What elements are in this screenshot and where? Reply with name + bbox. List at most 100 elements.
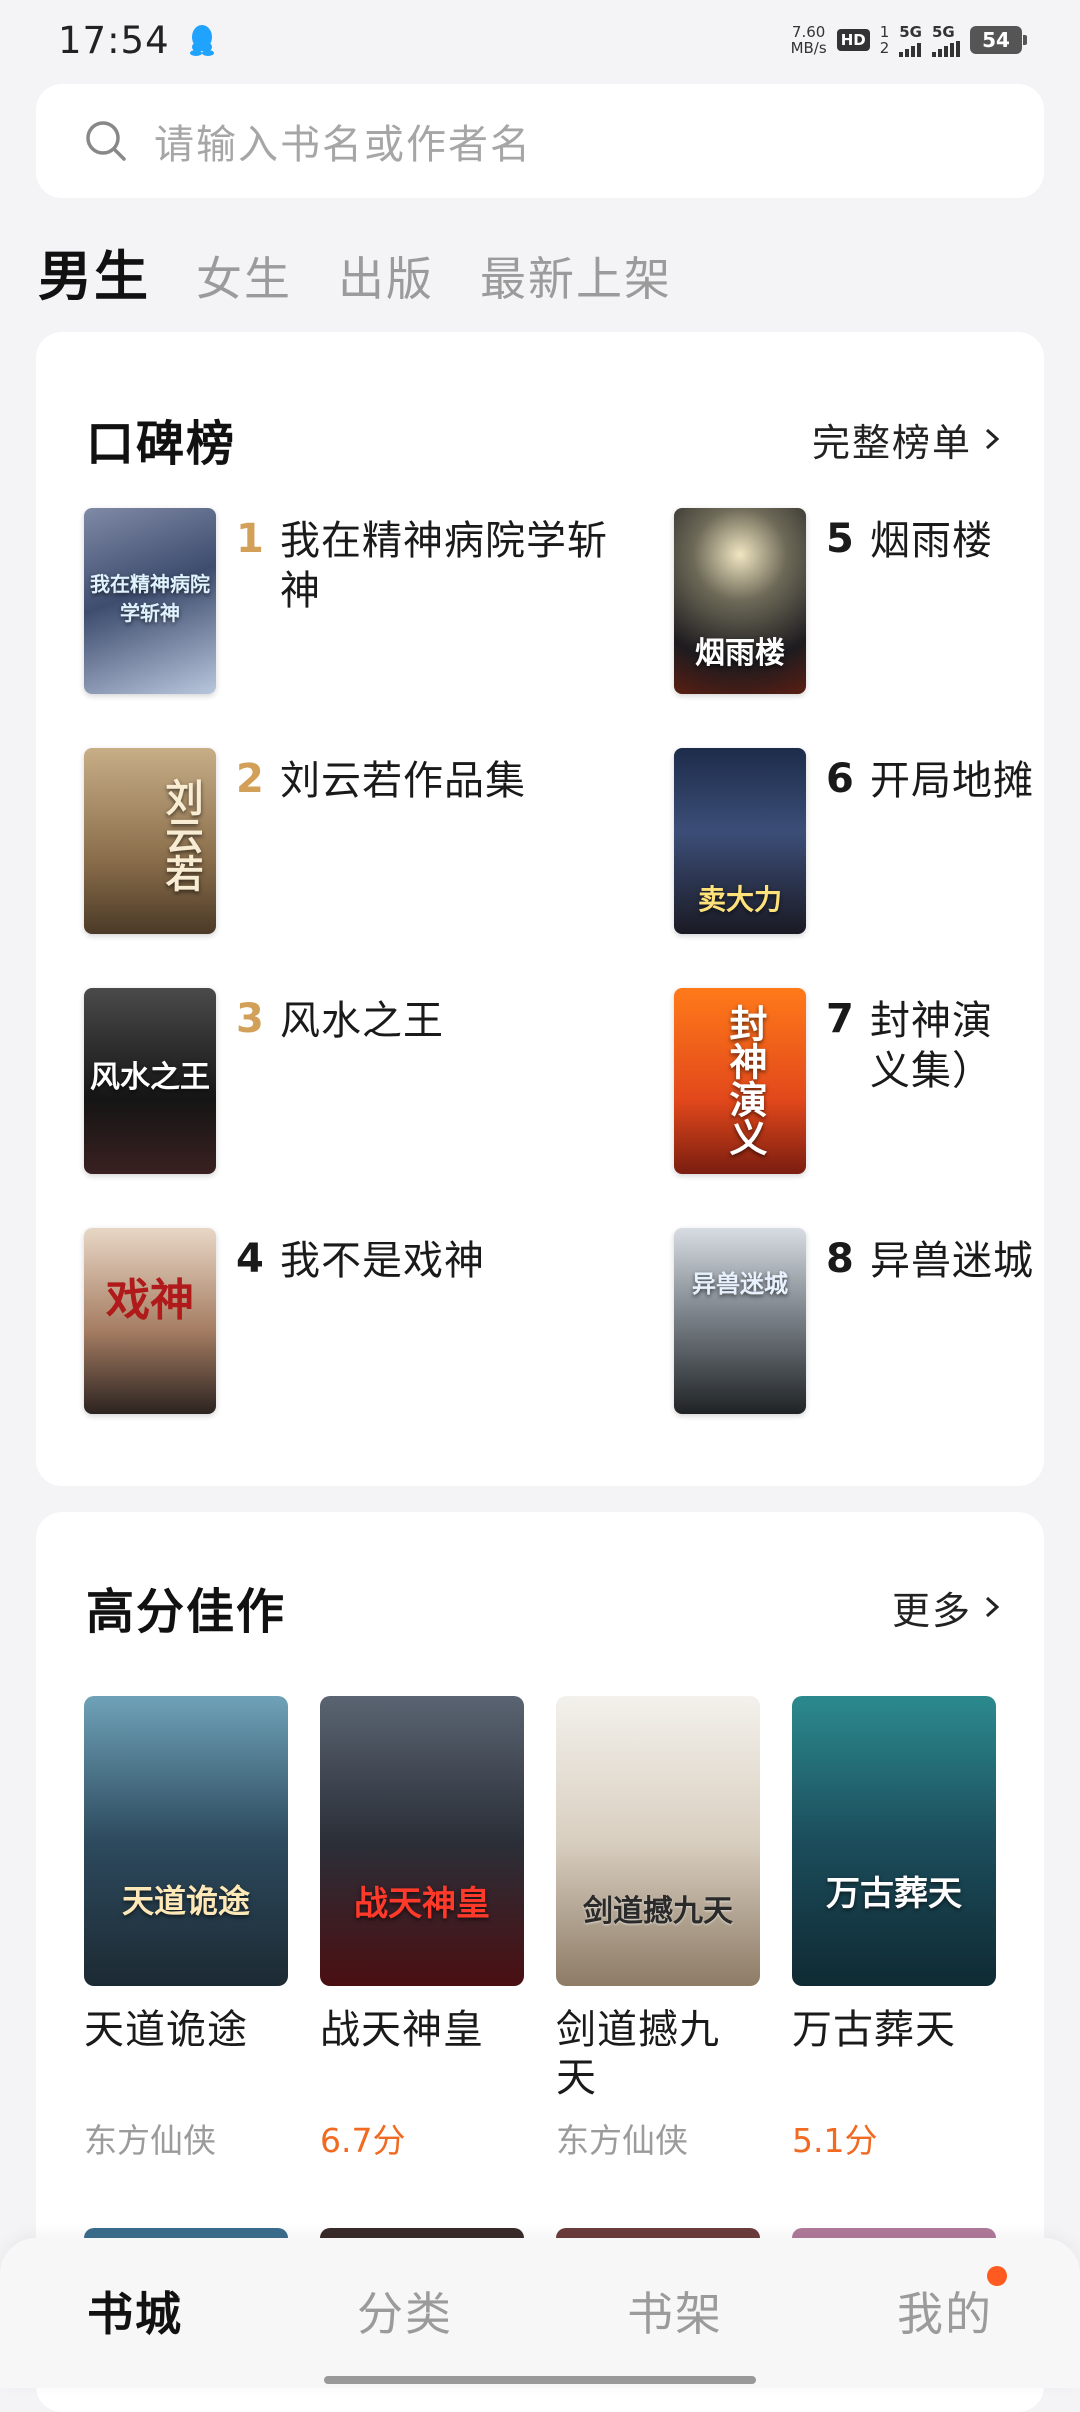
book-cover: 异兽迷城	[674, 1228, 806, 1414]
hd-sim-top: 1	[879, 23, 890, 41]
nav-bookshelf[interactable]: 书架	[627, 2278, 723, 2388]
high-score-title: 高分佳作	[86, 1584, 287, 1640]
book-cover: 我在精神病院学斩神	[84, 508, 216, 694]
signal-1: 5G	[899, 23, 922, 57]
book-title: 我在精神病院学斩神	[280, 518, 608, 614]
signal-2-label: 5G	[932, 23, 955, 41]
notification-dot	[987, 2266, 1007, 2286]
cover-text: 万古葬天	[826, 1874, 962, 1914]
ranking-item[interactable]: 异兽迷城 8 异兽迷城	[674, 1228, 1044, 1414]
rank-number: 7	[826, 996, 854, 1042]
status-indicators: 7.60 MB/s HD 1 2 5G 5G 54	[791, 23, 1027, 57]
nav-bookstore-label: 书城	[87, 2287, 183, 2341]
book-title: 烟雨楼	[870, 518, 993, 564]
nav-category[interactable]: 分类	[357, 2278, 453, 2388]
tab-male[interactable]: 男生	[38, 232, 150, 311]
book-cover: 战天神皇	[320, 1696, 524, 1986]
hd-badge: HD	[836, 29, 870, 51]
ranking-item[interactable]: 封神演义 7 封神演义集）	[674, 988, 1044, 1174]
ranking-item[interactable]: 卖大力 6 开局地摊	[674, 748, 1044, 934]
book-title: 开局地摊	[870, 758, 1034, 804]
ranking-item[interactable]: 戏神 4 我不是戏神	[84, 1228, 644, 1414]
nav-bookstore[interactable]: 书城	[87, 2278, 183, 2388]
book-item[interactable]: 剑道撼九天 剑道撼九天 东方仙侠	[556, 1696, 760, 2162]
cover-text: 我在精神病院学斩神	[90, 572, 210, 625]
status-bar: 17:54 7.60 MB/s HD 1 2 5G 5G 54	[0, 0, 1080, 80]
nav-mine[interactable]: 我的	[897, 2266, 1007, 2388]
cover-text: 封神演义	[723, 1004, 768, 1156]
more-link[interactable]: 更多	[892, 1580, 1002, 1635]
book-title: 刘云若作品集	[280, 758, 526, 804]
book-title: 封神演义集）	[870, 998, 993, 1094]
book-item[interactable]: 天道诡途 天道诡途 东方仙侠	[84, 1696, 288, 2162]
ranking-item[interactable]: 烟雨楼 5 烟雨楼	[674, 508, 1044, 694]
book-category: 东方仙侠	[556, 2121, 688, 2160]
status-time: 17:54	[58, 18, 170, 62]
book-title: 我不是戏神	[280, 1238, 485, 1284]
signal-bars-icon	[932, 41, 960, 57]
cover-text: 戏神	[106, 1275, 194, 1326]
book-title: 风水之王	[280, 998, 444, 1044]
signal-bars-icon	[899, 41, 922, 57]
book-cover: 戏神	[84, 1228, 216, 1414]
net-speed-value: 7.60	[791, 23, 826, 41]
book-cover: 封神演义	[674, 988, 806, 1174]
rank-number: 5	[826, 516, 854, 562]
rank-number: 2	[236, 756, 264, 802]
book-title: 天道诡途	[84, 2007, 248, 2053]
tab-new-arrivals[interactable]: 最新上架	[480, 243, 672, 309]
cover-text: 烟雨楼	[695, 636, 785, 671]
book-cover: 天道诡途	[84, 1696, 288, 1986]
ranking-list: 我在精神病院学斩神 1 我在精神病院学斩神 刘云若 2 刘云若作品集 风水之王 …	[36, 332, 1044, 1486]
rank-number: 1	[236, 516, 264, 562]
search-input[interactable]: 请输入书名或作者名	[36, 84, 1044, 198]
cover-text: 卖大力	[697, 883, 782, 916]
ranking-item[interactable]: 我在精神病院学斩神 1 我在精神病院学斩神	[84, 508, 644, 694]
book-category: 东方仙侠	[84, 2121, 216, 2160]
book-cover: 风水之王	[84, 988, 216, 1174]
book-item[interactable]: 战天神皇 战天神皇 6.7分	[320, 1696, 524, 2162]
hd-sim-index: 1 2	[880, 24, 890, 56]
ranking-item[interactable]: 刘云若 2 刘云若作品集	[84, 748, 644, 934]
signal-1-label: 5G	[899, 23, 922, 41]
book-title: 万古葬天	[792, 2007, 956, 2053]
book-cover: 刘云若	[84, 748, 216, 934]
ranking-item[interactable]: 风水之王 3 风水之王	[84, 988, 644, 1174]
cover-text: 风水之王	[90, 1060, 210, 1095]
rank-number: 4	[236, 1236, 264, 1282]
book-cover: 烟雨楼	[674, 508, 806, 694]
ranking-card: 口碑榜 完整榜单 我在精神病院学斩神 1 我在精神病院学斩神 刘云若 2 刘云若…	[36, 332, 1044, 1486]
search-icon	[86, 121, 126, 161]
book-title: 战天神皇	[320, 2007, 484, 2053]
category-tabs: 男生 女生 出版 最新上架	[38, 232, 672, 311]
battery-level: 54	[982, 28, 1010, 52]
net-speed: 7.60 MB/s	[791, 24, 827, 56]
rank-number: 3	[236, 996, 264, 1042]
battery-icon: 54	[970, 26, 1027, 54]
high-score-list: 天道诡途 天道诡途 东方仙侠 战天神皇 战天神皇 6.7分 剑道撼九天 剑道撼九…	[84, 1696, 996, 2162]
book-cover: 卖大力	[674, 748, 806, 934]
home-indicator[interactable]	[324, 2376, 756, 2384]
tab-female[interactable]: 女生	[196, 243, 292, 309]
cover-text: 刘云若	[159, 778, 204, 892]
nav-category-label: 分类	[357, 2287, 453, 2341]
chevron-right-icon	[985, 1596, 1000, 1618]
cover-text: 异兽迷城	[692, 1269, 788, 1298]
nav-bookshelf-label: 书架	[627, 2287, 723, 2341]
cover-text: 天道诡途	[121, 1882, 250, 1920]
book-cover: 剑道撼九天	[556, 1696, 760, 1986]
book-cover: 万古葬天	[792, 1696, 996, 1986]
cover-text: 战天神皇	[354, 1884, 490, 1924]
tab-publish[interactable]: 出版	[338, 243, 434, 309]
signal-2: 5G	[932, 23, 960, 57]
rank-number: 8	[826, 1236, 854, 1282]
book-title: 异兽迷城	[870, 1238, 1034, 1284]
book-item[interactable]: 万古葬天 万古葬天 5.1分	[792, 1696, 996, 2162]
high-score-header: 高分佳作 更多	[86, 1572, 1002, 1642]
hd-sim-bottom: 2	[879, 39, 890, 57]
bottom-nav: 书城 分类 书架 我的	[0, 2238, 1080, 2388]
rank-number: 6	[826, 756, 854, 802]
book-score: 5.1分	[792, 2121, 878, 2160]
net-speed-unit: MB/s	[790, 39, 827, 57]
search-placeholder: 请输入书名或作者名	[154, 122, 532, 168]
